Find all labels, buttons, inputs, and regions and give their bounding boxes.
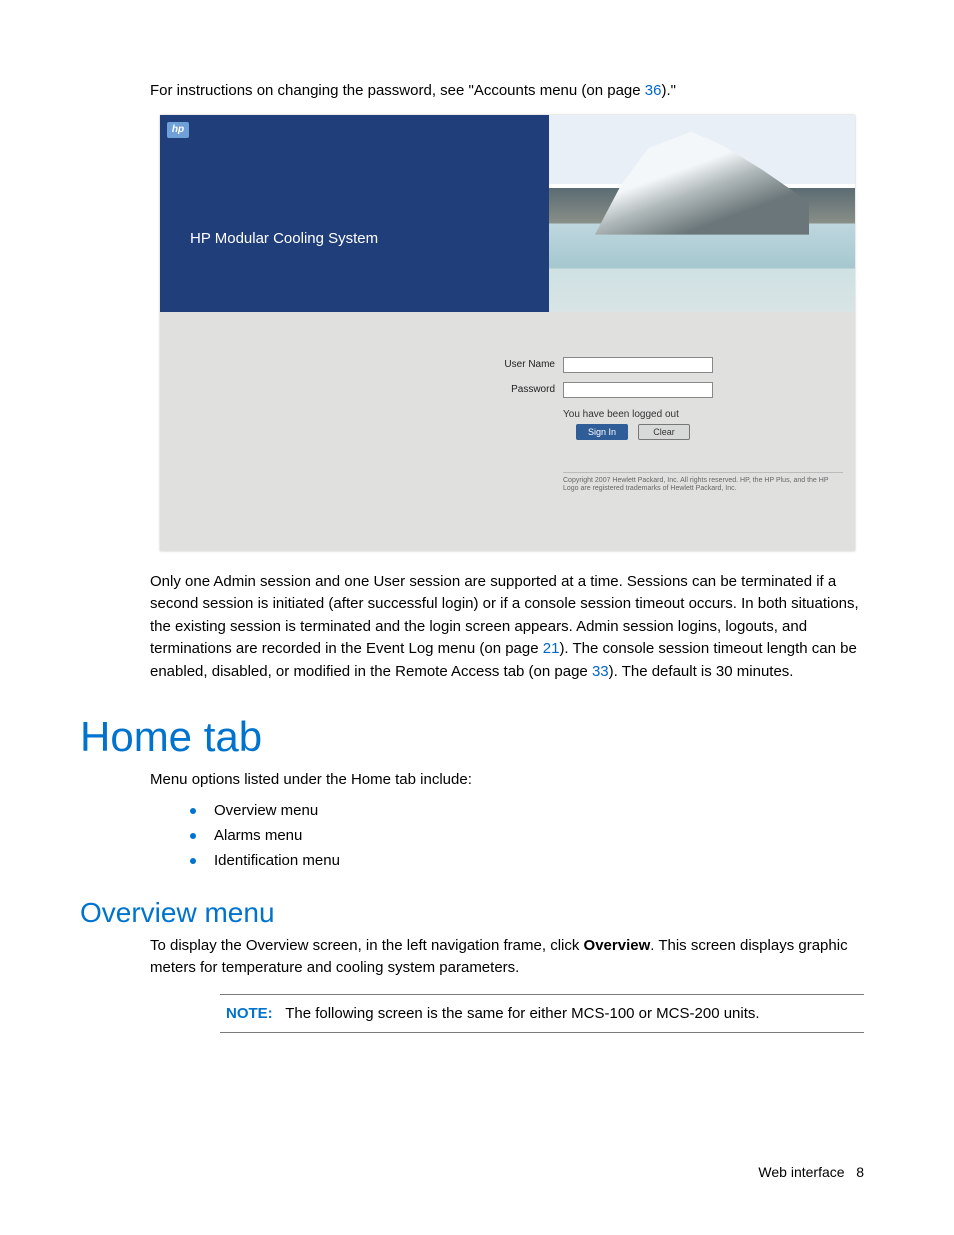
page-footer: Web interface 8 [758, 1164, 864, 1180]
footer-label: Web interface [758, 1164, 844, 1180]
note-label: NOTE: [226, 1005, 273, 1022]
copyright-text: Copyright 2007 Hewlett Packard, Inc. All… [563, 472, 843, 495]
overview-bold: Overview [584, 937, 651, 954]
username-row: User Name [490, 357, 713, 373]
clear-button[interactable]: Clear [638, 424, 690, 440]
hero-image [549, 115, 855, 312]
overview-heading: Overview menu [80, 897, 864, 929]
note-text: The following screen is the same for eit… [285, 1005, 759, 1022]
password-input[interactable] [563, 382, 713, 398]
home-tab-heading: Home tab [80, 713, 864, 761]
hero-left-panel: hp HP Modular Cooling System [160, 115, 549, 312]
page-ref-36[interactable]: 36 [645, 82, 662, 99]
home-menu-list: Overview menu Alarms menu Identification… [190, 802, 864, 869]
login-screenshot: hp HP Modular Cooling System User Name P… [160, 115, 855, 551]
overview-paragraph: To display the Overview screen, in the l… [150, 935, 864, 980]
page-ref-33[interactable]: 33 [592, 663, 609, 680]
list-item: Identification menu [190, 852, 864, 869]
intro-prefix: For instructions on changing the passwor… [150, 82, 645, 99]
intro-paragraph: For instructions on changing the passwor… [150, 80, 864, 103]
hp-logo-icon: hp [167, 122, 189, 138]
button-row: Sign In Clear [576, 424, 690, 440]
footer-page: 8 [856, 1164, 864, 1180]
note-block: NOTE: The following screen is the same f… [220, 994, 864, 1033]
session-paragraph: Only one Admin session and one User sess… [150, 571, 864, 684]
para-t3: ). The default is 30 minutes. [609, 663, 794, 680]
signin-button[interactable]: Sign In [576, 424, 628, 440]
intro-suffix: )." [661, 82, 676, 99]
username-input[interactable] [563, 357, 713, 373]
password-row: Password [490, 382, 713, 398]
overview-p1a: To display the Overview screen, in the l… [150, 937, 584, 954]
username-label: User Name [490, 359, 555, 370]
page-ref-21[interactable]: 21 [543, 640, 560, 657]
product-title: HP Modular Cooling System [190, 230, 378, 247]
home-intro: Menu options listed under the Home tab i… [150, 769, 864, 792]
list-item: Alarms menu [190, 827, 864, 844]
mountain-graphic [595, 126, 809, 234]
password-label: Password [490, 384, 555, 395]
logout-status-message: You have been logged out [563, 409, 679, 420]
login-form-area: User Name Password You have been logged … [160, 312, 855, 551]
list-item: Overview menu [190, 802, 864, 819]
hero-banner: hp HP Modular Cooling System [160, 115, 855, 312]
